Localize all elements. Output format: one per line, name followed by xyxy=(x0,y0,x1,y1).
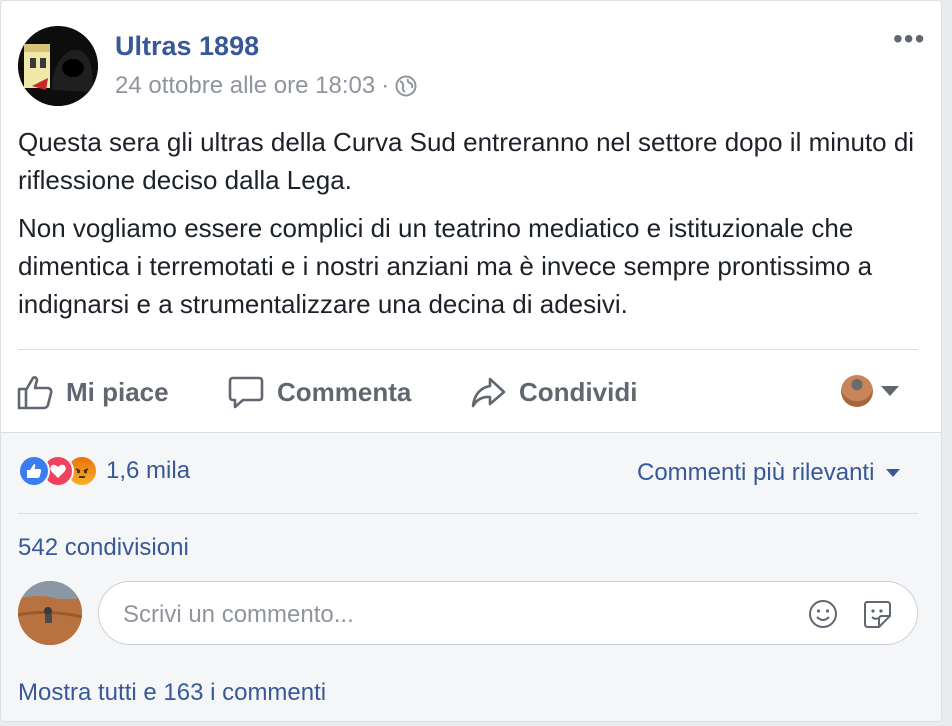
post-paragraph: Non vogliamo essere complici di un teatr… xyxy=(18,213,873,319)
shares-count[interactable]: 542 condivisioni xyxy=(18,534,189,562)
like-label: Mi piace xyxy=(66,376,169,407)
avatar xyxy=(841,375,873,407)
more-options-icon[interactable]: ••• xyxy=(893,25,925,53)
comment-button[interactable]: Commenta xyxy=(227,361,411,423)
divider xyxy=(18,349,918,350)
comment-input[interactable] xyxy=(121,600,765,630)
share-button[interactable]: Condividi xyxy=(469,361,637,423)
post-timestamp[interactable]: 24 ottobre alle ore 18:03 xyxy=(115,72,375,100)
emoji-icon[interactable] xyxy=(807,598,839,635)
page-logo-icon xyxy=(18,26,98,106)
page-name[interactable]: Ultras 1898 xyxy=(115,31,259,62)
thumbs-up-icon xyxy=(17,376,53,410)
meta-separator: · xyxy=(381,72,390,99)
like-button[interactable]: Mi piace xyxy=(16,361,169,423)
sticker-icon[interactable] xyxy=(861,598,893,635)
post-body: Questa sera gli ultras della Curva Sud e… xyxy=(18,123,918,333)
post-as-selector[interactable] xyxy=(841,375,899,407)
reactions-summary[interactable]: 1,6 mila xyxy=(18,455,190,487)
feedback-section: 1,6 mila Commenti più rilevanti 542 cond… xyxy=(1,432,941,721)
chevron-down-icon xyxy=(886,469,901,477)
comment-bubble-icon xyxy=(228,376,264,409)
reaction-count[interactable]: 1,6 mila xyxy=(106,457,190,485)
post-card: Ultras 1898 24 ottobre alle ore 18:03 · … xyxy=(0,0,942,722)
divider xyxy=(18,513,918,514)
comment-composer xyxy=(18,581,918,651)
like-reaction-icon xyxy=(18,455,50,487)
page-avatar[interactable] xyxy=(18,26,98,106)
show-all-comments-link[interactable]: Mostra tutti e 163 i commenti xyxy=(18,679,326,707)
comment-sort-dropdown[interactable]: Commenti più rilevanti xyxy=(637,459,901,487)
globe-icon[interactable] xyxy=(395,75,417,97)
comment-label: Commenta xyxy=(277,376,412,407)
post-paragraph: Questa sera gli ultras della Curva Sud e… xyxy=(18,127,915,195)
avatar[interactable] xyxy=(18,581,82,645)
chevron-down-icon xyxy=(881,386,899,396)
sort-label: Commenti più rilevanti xyxy=(637,459,875,486)
post-meta: 24 ottobre alle ore 18:03 · xyxy=(115,72,417,100)
share-arrow-icon xyxy=(471,377,506,408)
action-bar: Mi piace Commenta Condividi xyxy=(1,361,941,423)
share-label: Condividi xyxy=(519,376,638,407)
comment-box xyxy=(98,581,918,645)
